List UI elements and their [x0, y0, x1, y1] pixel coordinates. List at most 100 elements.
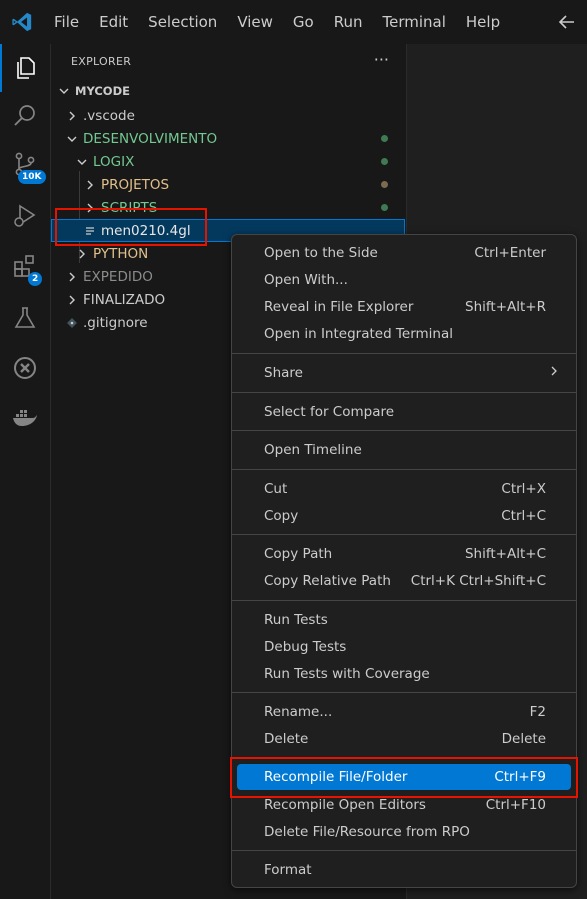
menu-separator [232, 692, 576, 693]
menu-item-label: Rename... [264, 704, 333, 720]
tree-item-label: EXPEDIDO [83, 268, 153, 285]
git-status-dot [381, 158, 388, 165]
git-status-dot [381, 135, 388, 142]
explorer-title: EXPLORER [71, 55, 132, 68]
menu-item-label: Share [264, 365, 303, 381]
menu-item-shortcut: Ctrl+X [501, 481, 546, 497]
menu-item-shortcut: Delete [501, 731, 546, 747]
chevron-right-icon [75, 248, 89, 260]
chevron-right-icon [549, 365, 559, 381]
arrow-left-icon[interactable] [557, 0, 577, 44]
menu-edit[interactable]: Edit [89, 0, 138, 44]
tree-item-desenvolvimento[interactable]: DESENVOLVIMENTO [65, 127, 419, 150]
workspace-root[interactable]: MYCODE [57, 79, 411, 102]
menu-item-label: Open Timeline [264, 442, 362, 458]
highlight-box-file [55, 208, 207, 246]
chevron-right-icon [83, 179, 97, 191]
menu-item-label: Copy Relative Path [264, 573, 391, 589]
chevron-down-icon [65, 133, 79, 145]
menu-separator [232, 353, 576, 354]
menu-item-rename[interactable]: Rename... F2 [237, 699, 571, 725]
git-status-dot [381, 204, 388, 211]
menu-item-open-with[interactable]: Open With... [237, 267, 571, 293]
run-debug-icon[interactable] [0, 192, 50, 240]
menu-item-open-to-side[interactable]: Open to the Side Ctrl+Enter [237, 240, 571, 266]
testing-flask-icon[interactable] [0, 294, 50, 342]
menu-item-open-timeline[interactable]: Open Timeline [237, 437, 571, 463]
menu-item-label: Run Tests with Coverage [264, 666, 430, 682]
source-control-icon[interactable]: 10K [0, 140, 50, 188]
menu-run[interactable]: Run [324, 0, 373, 44]
menu-item-cut[interactable]: Cut Ctrl+X [237, 476, 571, 502]
tree-item-label: .gitignore [83, 314, 148, 331]
menu-item-label: Cut [264, 481, 288, 497]
menu-item-label: Open in Integrated Terminal [264, 326, 453, 342]
workspace-root-label: MYCODE [75, 83, 130, 98]
menu-item-copy-relative-path[interactable]: Copy Relative Path Ctrl+K Ctrl+Shift+C [237, 568, 571, 594]
chevron-down-icon [75, 156, 89, 168]
menu-view[interactable]: View [227, 0, 283, 44]
menu-item-debug-tests[interactable]: Debug Tests [237, 634, 571, 660]
menu-item-copy-path[interactable]: Copy Path Shift+Alt+C [237, 541, 571, 567]
vscode-logo-icon [0, 0, 44, 44]
tree-item-label: DESENVOLVIMENTO [83, 130, 218, 147]
menu-item-reveal-explorer[interactable]: Reveal in File Explorer Shift+Alt+R [237, 294, 571, 320]
menu-item-shortcut: Ctrl+Enter [474, 245, 546, 261]
menu-item-run-tests[interactable]: Run Tests [237, 607, 571, 633]
menu-item-shortcut: Shift+Alt+C [464, 546, 546, 562]
tree-item-vscode[interactable]: .vscode [65, 104, 419, 127]
git-diamond-icon [65, 317, 79, 329]
chevron-right-icon [65, 110, 79, 122]
menu-help[interactable]: Help [456, 0, 510, 44]
menu-item-delete-from-rpo[interactable]: Delete File/Resource from RPO [237, 819, 571, 845]
menu-separator [232, 534, 576, 535]
menu-item-label: Delete [264, 731, 309, 747]
chevron-right-icon [65, 294, 79, 306]
menu-item-delete[interactable]: Delete Delete [237, 726, 571, 752]
menu-item-share[interactable]: Share [237, 360, 571, 386]
menu-item-label: Reveal in File Explorer [264, 299, 414, 315]
menu-item-label: Delete File/Resource from RPO [264, 824, 470, 840]
menu-item-shortcut: Ctrl+C [501, 508, 546, 524]
tree-item-logix[interactable]: LOGIX [75, 150, 429, 173]
menu-file[interactable]: File [44, 0, 89, 44]
highlight-box-recompile [230, 757, 578, 798]
menu-item-run-tests-coverage[interactable]: Run Tests with Coverage [237, 661, 571, 687]
extensions-icon[interactable]: 2 [0, 242, 50, 290]
tree-item-label: FINALIZADO [83, 291, 166, 308]
menu-terminal[interactable]: Terminal [373, 0, 456, 44]
menu-item-shortcut: Ctrl+F10 [485, 797, 546, 813]
tree-item-label: PROJETOS [101, 176, 170, 193]
menu-separator [232, 469, 576, 470]
title-bar: File Edit Selection View Go Run Terminal… [0, 0, 587, 44]
docker-whale-icon[interactable] [0, 394, 50, 442]
search-icon[interactable] [0, 92, 50, 140]
chevron-right-icon [65, 271, 79, 283]
remote-icon[interactable] [0, 344, 50, 392]
files-icon[interactable] [0, 44, 50, 92]
menu-item-shortcut: Ctrl+K Ctrl+Shift+C [410, 573, 546, 589]
git-status-dot [381, 181, 388, 188]
menu-item-label: Open to the Side [264, 245, 378, 261]
menu-item-copy[interactable]: Copy Ctrl+C [237, 503, 571, 529]
menu-item-open-terminal[interactable]: Open in Integrated Terminal [237, 321, 571, 347]
menu-item-label: Copy Path [264, 546, 333, 562]
menu-item-format[interactable]: Format [237, 857, 571, 883]
tree-item-label: .vscode [83, 107, 135, 124]
menu-selection[interactable]: Selection [138, 0, 227, 44]
menu-item-select-compare[interactable]: Select for Compare [237, 399, 571, 425]
menu-item-label: Run Tests [264, 612, 328, 628]
chevron-down-icon [57, 85, 71, 97]
extensions-badge: 2 [28, 272, 43, 286]
menu-separator [232, 600, 576, 601]
source-control-badge: 10K [18, 170, 46, 184]
menu-item-shortcut: F2 [529, 704, 546, 720]
menu-item-shortcut: Shift+Alt+R [465, 299, 546, 315]
menu-item-label: Select for Compare [264, 404, 395, 420]
menu-item-label: Debug Tests [264, 639, 347, 655]
menu-item-label: Copy [264, 508, 299, 524]
menu-separator [232, 392, 576, 393]
menu-item-label: Recompile Open Editors [264, 797, 426, 813]
more-actions-icon[interactable]: ··· [374, 50, 389, 69]
menu-go[interactable]: Go [283, 0, 324, 44]
